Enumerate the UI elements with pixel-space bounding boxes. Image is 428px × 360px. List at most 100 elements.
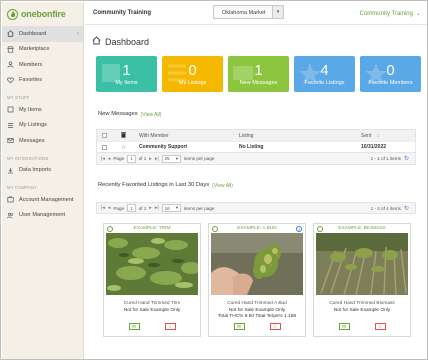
pager-summary: 1 - 1 of 1 items ↻ — [371, 155, 409, 162]
sidebar-item-my-listings[interactable]: My Listings — [2, 118, 83, 134]
cell-listing: No Listing — [239, 144, 264, 150]
star-icon[interactable]: ☆ — [121, 144, 126, 151]
listing-card-header: EXAMPLE: TRIM — [104, 224, 200, 233]
cell-member: Community Support — [139, 144, 188, 150]
listing-actions: ✉ ☆ — [314, 323, 410, 330]
favorite-star-icon[interactable]: ☆ — [374, 323, 386, 330]
listing-image[interactable] — [106, 233, 198, 295]
row-checkbox[interactable] — [102, 145, 107, 150]
sidebar-item-my-items[interactable]: My Items — [2, 102, 83, 118]
refresh-icon[interactable]: ↻ — [404, 155, 409, 162]
card-label: New Messages — [239, 79, 278, 86]
card-favorite-listings[interactable]: 4 Favorite Listings — [294, 56, 355, 92]
account-icon — [7, 196, 14, 203]
listing-potency: Total THC% 8.50 Total Terps% 1.168 — [217, 314, 297, 319]
card-my-listings[interactable]: 0 My Listings — [162, 56, 223, 92]
listing-subtitle: Not for Sale Example Only — [333, 307, 391, 313]
page-input[interactable]: 1 — [127, 154, 136, 163]
per-page-select[interactable]: 25 ▾ — [161, 154, 182, 163]
listing-actions: ✉ ☆ — [104, 323, 200, 330]
card-new-messages[interactable]: 1 New Messages — [228, 56, 289, 92]
card-label: Favorite Listings — [304, 79, 345, 86]
table-row[interactable]: ☆ Community Support No Listing 10/31/202… — [97, 141, 415, 152]
home-icon — [92, 36, 101, 47]
select-all-checkbox[interactable] — [102, 133, 107, 138]
listing-image[interactable] — [316, 233, 408, 295]
sidebar-item-label: Marketplace — [19, 46, 50, 53]
data-imports-icon — [7, 167, 14, 174]
card-my-items[interactable]: 1 My Items — [96, 56, 157, 92]
new-messages-heading: New Messages (View All) — [98, 111, 161, 118]
message-icon[interactable]: ✉ — [338, 323, 350, 330]
sidebar-item-dashboard[interactable]: Dashboard ‹ — [2, 26, 83, 42]
listing-title[interactable]: EXAMPLE: A BUD — [237, 226, 276, 231]
last-page-icon[interactable]: ▸| — [155, 156, 159, 162]
marketplace-icon — [7, 46, 14, 53]
first-page-icon[interactable]: |◂ — [101, 156, 105, 162]
column-header-listing[interactable]: Listing — [239, 133, 253, 139]
view-all-messages-link[interactable]: (View All) — [141, 111, 162, 118]
per-page-select[interactable]: 16 ▾ — [161, 204, 182, 212]
message-icon[interactable]: ✉ — [233, 323, 245, 330]
info-badge-icon[interactable]: ≡ — [296, 226, 302, 232]
next-page-icon[interactable]: ▸ — [149, 205, 152, 211]
sidebar-item-favorites[interactable]: Favorites — [2, 73, 83, 89]
listing-card[interactable]: EXAMPLE: BIOMASS Cured Hand Trimmed Biom… — [313, 223, 411, 337]
favorite-star-icon[interactable]: ☆ — [164, 323, 176, 330]
sidebar-item-members[interactable]: Members — [2, 57, 83, 73]
market-select[interactable]: Oklahoma Market ▾ — [213, 5, 284, 19]
listing-subtitle: Not for Sale Example Only — [123, 307, 181, 313]
favorite-star-icon[interactable]: ☆ — [269, 323, 281, 330]
listing-card[interactable]: EXAMPLE: TRIM Cured Hand Trimmed Trim No… — [103, 223, 201, 337]
listing-select-checkbox[interactable] — [212, 226, 218, 232]
listing-title[interactable]: EXAMPLE: TRIM — [134, 226, 171, 231]
listings-icon — [7, 122, 14, 129]
listing-select-checkbox[interactable] — [107, 226, 113, 232]
sidebar-item-account-management[interactable]: Account Management — [2, 192, 83, 208]
page-title: Dashboard — [92, 36, 149, 47]
section-title: Recently Favorited Listings in Last 30 D… — [98, 182, 210, 188]
sort-down-icon[interactable]: ↓ — [377, 133, 380, 139]
card-label: My Items — [115, 79, 138, 86]
logo[interactable]: onebonfire — [2, 2, 83, 26]
card-count: 4 — [320, 61, 329, 79]
card-count: 1 — [122, 61, 131, 79]
sidebar-item-data-imports[interactable]: Data Imports — [2, 163, 83, 179]
message-icon[interactable]: ✉ — [128, 323, 140, 330]
last-page-icon[interactable]: ▸| — [155, 205, 159, 211]
view-all-favorites-link[interactable]: (View All) — [212, 182, 233, 189]
column-header-sent[interactable]: Sent — [361, 133, 371, 139]
listing-subtitle: Not for Sale Example Only — [228, 307, 286, 313]
sidebar-item-messages[interactable]: Messages — [2, 133, 83, 149]
section-my-company: MY COMPANY — [7, 185, 38, 190]
items-icon — [7, 106, 14, 113]
items-count: 1 - 1 of 1 items — [370, 156, 401, 161]
page-input[interactable]: 1 — [127, 204, 136, 212]
listing-name: Cured Hand Trimmed Biomass — [329, 301, 395, 306]
listing-card[interactable]: EXAMPLE: A BUD ≡ Cured Hand Trimmed A Bu… — [208, 223, 306, 337]
sidebar-item-label: Messages — [19, 137, 45, 144]
home-icon — [7, 30, 14, 37]
prev-page-icon[interactable]: ◂ — [108, 156, 111, 162]
sidebar-item-user-management[interactable]: User Management — [2, 208, 83, 224]
page-total: of 1 — [138, 156, 147, 161]
next-page-icon[interactable]: ▸ — [149, 156, 152, 162]
listing-title[interactable]: EXAMPLE: BIOMASS — [338, 226, 385, 231]
listing-image[interactable] — [211, 233, 303, 295]
listing-actions: ✉ ☆ — [209, 323, 305, 330]
column-header-member[interactable]: With Member — [139, 133, 169, 139]
chevron-down-icon[interactable]: ▾ — [272, 6, 283, 18]
refresh-icon[interactable]: ↻ — [404, 205, 409, 212]
sidebar-item-marketplace[interactable]: Marketplace — [2, 42, 83, 58]
trash-icon[interactable] — [121, 132, 126, 140]
logo-text-one: one — [21, 9, 37, 19]
chevron-down-icon: ▾ — [175, 155, 179, 161]
first-page-icon[interactable]: |◂ — [101, 205, 105, 211]
card-favorite-members[interactable]: 0 Favorite Members — [360, 56, 421, 92]
account-menu[interactable]: Community Training ⌄ — [360, 10, 421, 18]
prev-page-icon[interactable]: ◂ — [108, 205, 111, 211]
top-bar: Community Training Oklahoma Market ▾ Com… — [85, 2, 427, 25]
market-select-value: Oklahoma Market — [222, 9, 266, 16]
section-my-stuff: MY STUFF — [7, 95, 30, 100]
listing-select-checkbox[interactable] — [317, 226, 323, 232]
